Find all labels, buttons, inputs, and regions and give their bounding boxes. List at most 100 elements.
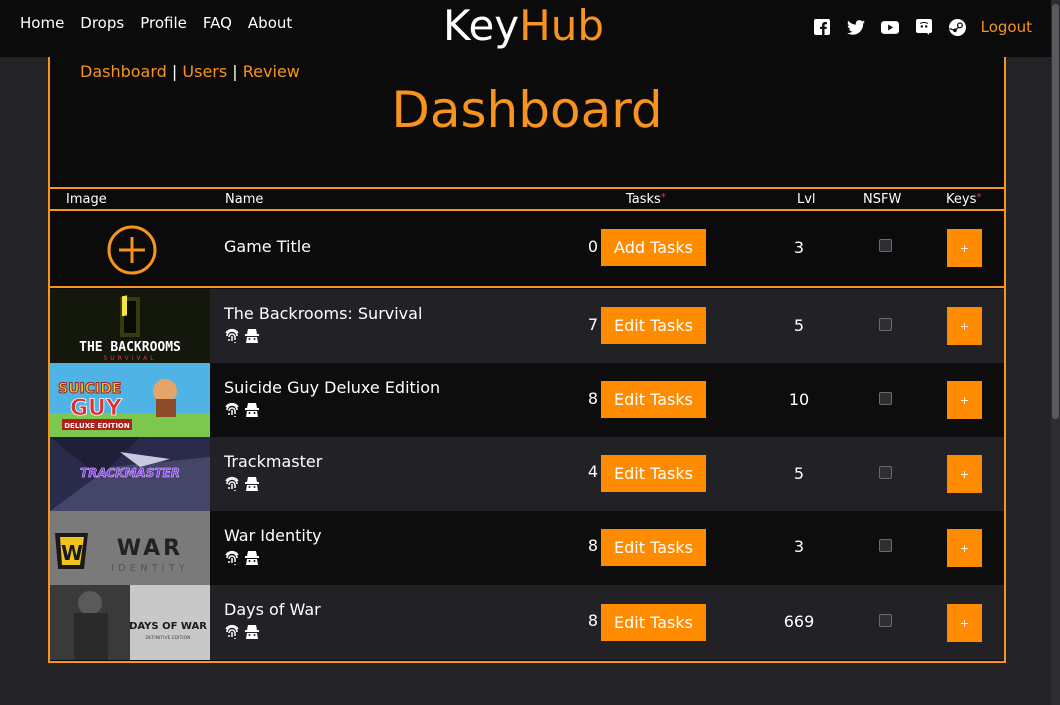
thumb-title: TRACKMASTER bbox=[80, 466, 180, 480]
table-row: W WAR IDENTITY War Identity 8 Edit Tasks… bbox=[50, 511, 1004, 585]
incognito-icon bbox=[245, 403, 259, 417]
nsfw-checkbox[interactable] bbox=[879, 539, 892, 552]
nsfw-checkbox[interactable] bbox=[879, 392, 892, 405]
nsfw-checkbox[interactable] bbox=[879, 318, 892, 331]
fingerprint-icon bbox=[225, 550, 239, 565]
page-title: Dashboard bbox=[391, 81, 663, 139]
nsfw-checkbox[interactable] bbox=[879, 239, 892, 252]
nsfw-checkbox[interactable] bbox=[879, 614, 892, 627]
breadcrumb-dashboard[interactable]: Dashboard bbox=[80, 62, 167, 81]
header-tasks-label: Tasks bbox=[626, 192, 661, 207]
task-count: 8 bbox=[587, 389, 598, 408]
breadcrumb-separator: | bbox=[171, 62, 178, 81]
logo-key: Key bbox=[443, 1, 520, 50]
dashboard-panel: Dashboard | Users | Review Dashboard Ima… bbox=[48, 57, 1006, 663]
breadcrumb-review[interactable]: Review bbox=[243, 62, 300, 81]
level-value[interactable]: 5 bbox=[778, 316, 820, 335]
add-key-button[interactable]: + bbox=[947, 529, 982, 567]
site-logo[interactable]: KeyHub bbox=[443, 0, 604, 52]
add-key-button[interactable]: + bbox=[947, 307, 982, 345]
badge-group bbox=[224, 624, 260, 640]
scrollbar-thumb[interactable] bbox=[1052, 4, 1059, 419]
youtube-icon[interactable] bbox=[880, 18, 899, 36]
breadcrumb-separator: | bbox=[232, 62, 238, 81]
nav-home[interactable]: Home bbox=[20, 14, 64, 32]
main-nav: Home Drops Profile FAQ About bbox=[20, 14, 292, 32]
thumb-subtitle: DELUXE EDITION bbox=[64, 422, 130, 430]
header-keys: Keys* bbox=[946, 192, 981, 207]
game-thumbnail: TRACKMASTER bbox=[50, 437, 210, 511]
badge-group bbox=[224, 328, 260, 344]
task-count: 4 bbox=[587, 462, 598, 481]
header-name: Name bbox=[225, 192, 264, 207]
game-thumbnail: THE BACKROOMS SURVIVAL bbox=[50, 289, 210, 363]
twitter-icon[interactable] bbox=[846, 18, 865, 36]
fingerprint-icon bbox=[225, 328, 239, 343]
game-name: War Identity bbox=[224, 526, 322, 545]
level-value[interactable]: 669 bbox=[778, 612, 820, 631]
nav-faq[interactable]: FAQ bbox=[203, 14, 232, 32]
fingerprint-icon bbox=[225, 624, 239, 639]
add-key-button[interactable]: + bbox=[947, 229, 982, 267]
add-tasks-button[interactable]: Add Tasks bbox=[601, 229, 706, 266]
nav-profile[interactable]: Profile bbox=[140, 14, 187, 32]
game-thumbnail: DAYS OF WAR DEFINITIVE EDITION bbox=[50, 585, 210, 660]
social-links: Logout bbox=[813, 18, 1032, 36]
facebook-icon[interactable] bbox=[813, 18, 831, 36]
nav-drops[interactable]: Drops bbox=[80, 14, 124, 32]
level-value[interactable]: 3 bbox=[778, 537, 820, 556]
table-header: Image Name Tasks* Lvl NSFW Keys* bbox=[50, 187, 1004, 211]
game-name: Suicide Guy Deluxe Edition bbox=[224, 378, 441, 397]
edit-tasks-button[interactable]: Edit Tasks bbox=[601, 307, 706, 344]
task-count: 8 bbox=[587, 611, 598, 630]
add-image-icon[interactable] bbox=[107, 225, 157, 275]
discord-icon[interactable] bbox=[915, 18, 933, 36]
add-key-button[interactable]: + bbox=[947, 455, 982, 493]
incognito-icon bbox=[245, 477, 259, 491]
level-value[interactable]: 3 bbox=[778, 238, 820, 257]
game-thumbnail: W WAR IDENTITY bbox=[50, 511, 210, 585]
game-title-input[interactable]: Game Title bbox=[224, 237, 311, 256]
required-asterisk: * bbox=[976, 192, 982, 203]
edit-tasks-button[interactable]: Edit Tasks bbox=[601, 381, 706, 418]
steam-icon[interactable] bbox=[949, 18, 967, 36]
scrollbar[interactable] bbox=[1051, 0, 1060, 705]
game-name: Days of War bbox=[224, 600, 321, 619]
game-thumbnail: SUICIDE GUY DELUXE EDITION bbox=[50, 363, 210, 437]
header-lvl: Lvl bbox=[797, 192, 816, 207]
thumb-subtitle: DEFINITIVE EDITION bbox=[146, 635, 191, 641]
fingerprint-icon bbox=[225, 476, 239, 491]
table-row: THE BACKROOMS SURVIVAL The Backrooms: Su… bbox=[50, 289, 1004, 363]
incognito-icon bbox=[245, 551, 259, 565]
thumb-title: WAR bbox=[117, 536, 183, 561]
nav-about[interactable]: About bbox=[248, 14, 292, 32]
incognito-icon bbox=[245, 625, 259, 639]
badge-group bbox=[224, 550, 260, 566]
task-count: 8 bbox=[587, 536, 598, 555]
game-name: The Backrooms: Survival bbox=[224, 304, 423, 323]
level-value[interactable]: 5 bbox=[778, 464, 820, 483]
header-image: Image bbox=[66, 192, 107, 207]
thumb-title: SUICIDE bbox=[58, 381, 121, 397]
add-key-button[interactable]: + bbox=[947, 604, 982, 642]
edit-tasks-button[interactable]: Edit Tasks bbox=[601, 455, 706, 492]
incognito-icon bbox=[245, 329, 259, 343]
nsfw-checkbox[interactable] bbox=[879, 466, 892, 479]
breadcrumb-users[interactable]: Users bbox=[182, 62, 227, 81]
svg-text:W: W bbox=[61, 541, 83, 565]
fingerprint-icon bbox=[225, 402, 239, 417]
add-key-button[interactable]: + bbox=[947, 381, 982, 419]
edit-tasks-button[interactable]: Edit Tasks bbox=[601, 604, 706, 641]
logout-link[interactable]: Logout bbox=[981, 18, 1032, 36]
thumb-title: THE BACKROOMS bbox=[79, 340, 181, 355]
table-row: SUICIDE GUY DELUXE EDITION Suicide Guy D… bbox=[50, 363, 1004, 437]
required-asterisk: * bbox=[660, 192, 666, 203]
header-tasks: Tasks* bbox=[626, 192, 666, 207]
level-value[interactable]: 10 bbox=[778, 390, 820, 409]
logo-hub: Hub bbox=[519, 1, 605, 50]
edit-tasks-button[interactable]: Edit Tasks bbox=[601, 529, 706, 566]
header-nsfw: NSFW bbox=[863, 192, 902, 207]
thumb-title-2: GUY bbox=[70, 396, 123, 421]
table-row: DAYS OF WAR DEFINITIVE EDITION Days of W… bbox=[50, 585, 1004, 660]
thumb-subtitle: IDENTITY bbox=[111, 563, 189, 574]
